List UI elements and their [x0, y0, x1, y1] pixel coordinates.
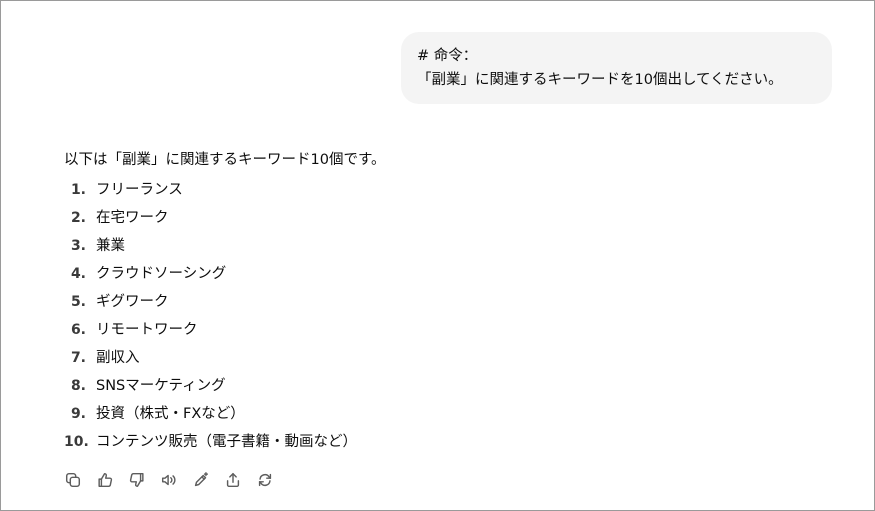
list-item: 6. リモートワーク: [64, 316, 824, 344]
share-button[interactable]: [223, 470, 243, 490]
list-item: 2. 在宅ワーク: [64, 204, 824, 232]
list-item-text: クラウドソーシング: [96, 266, 227, 282]
list-item-number: 3.: [70, 238, 86, 254]
copy-button[interactable]: [63, 470, 83, 490]
thumbs-up-button[interactable]: [95, 470, 115, 490]
edit-button[interactable]: [191, 470, 211, 490]
list-item-number: 4.: [70, 266, 86, 282]
user-message-line-1: # 命令：: [417, 48, 478, 64]
copy-icon: [65, 472, 81, 488]
thumbs-up-icon: [98, 472, 113, 488]
regenerate-icon: [258, 473, 272, 487]
message-actions: [63, 470, 275, 490]
assistant-message: 以下は「副業」に関連するキーワード10個です。 1. フリーランス 2. 在宅ワーク…: [64, 148, 824, 456]
list-item: 8. SNSマーケティング: [64, 372, 824, 400]
thumbs-down-icon: [129, 472, 144, 488]
list-item-text: 在宅ワーク: [96, 210, 169, 226]
list-item: 10. コンテンツ販売（電子書籍・動画など）: [64, 428, 824, 456]
list-item-text: 投資（株式・FXなど）: [96, 406, 245, 422]
share-icon: [226, 472, 240, 488]
list-item-text: リモートワーク: [96, 322, 198, 338]
regenerate-button[interactable]: [255, 470, 275, 490]
list-item-number: 8.: [70, 378, 86, 394]
thumbs-down-button[interactable]: [127, 470, 147, 490]
list-item-number: 1.: [70, 182, 86, 198]
list-item-text: フリーランス: [96, 182, 183, 198]
chat-window: # 命令： 「副業」に関連するキーワードを10個出してください。 以下は「副業」…: [0, 0, 875, 511]
list-item: 3. 兼業: [64, 232, 824, 260]
list-item-number: 9.: [70, 406, 86, 422]
assistant-intro: 以下は「副業」に関連するキーワード10個です。: [64, 152, 386, 168]
read-aloud-button[interactable]: [159, 470, 179, 490]
list-item-text: 兼業: [96, 238, 125, 254]
list-item-number: 6.: [70, 322, 86, 338]
list-item-number: 5.: [70, 294, 86, 310]
list-item: 4. クラウドソーシング: [64, 260, 824, 288]
list-item-text: 副収入: [96, 350, 140, 366]
list-item: 1. フリーランス: [64, 176, 824, 204]
edit-sparkle-icon: [194, 472, 209, 487]
user-message-line-2: 「副業」に関連するキーワードを10個出してください。: [417, 72, 783, 88]
list-item-number: 10.: [64, 434, 89, 450]
read-aloud-icon: [161, 474, 176, 486]
list-item-text: コンテンツ販売（電子書籍・動画など）: [96, 434, 357, 450]
list-item-text: SNSマーケティング: [96, 378, 226, 394]
list-item-number: 7.: [70, 350, 86, 366]
keyword-list: 1. フリーランス 2. 在宅ワーク 3. 兼業 4. クラウドソーシング 5. ギグワー…: [64, 176, 824, 456]
list-item: 9. 投資（株式・FXなど）: [64, 400, 824, 428]
list-item: 5. ギグワーク: [64, 288, 824, 316]
list-item-number: 2.: [70, 210, 86, 226]
user-message-bubble: # 命令： 「副業」に関連するキーワードを10個出してください。: [401, 32, 832, 104]
list-item: 7. 副収入: [64, 344, 824, 372]
list-item-text: ギグワーク: [96, 294, 169, 310]
